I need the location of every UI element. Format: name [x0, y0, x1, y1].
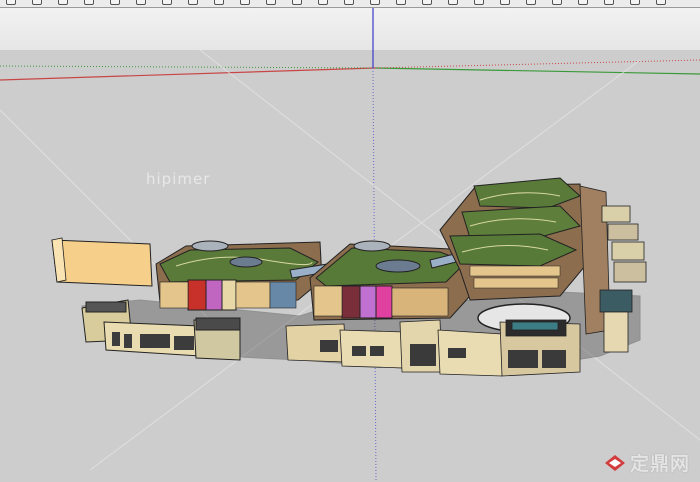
billboard-panel	[51, 239, 153, 287]
brand-text: 定鼎网	[629, 453, 690, 475]
brand-watermark: 定鼎网	[604, 449, 690, 476]
red-axis-dotted	[374, 59, 700, 69]
model-viewport[interactable]	[0, 0, 700, 482]
watermark-text: hipimer	[146, 170, 211, 188]
green-axis-dotted	[0, 65, 376, 69]
brand-logo-icon	[604, 454, 625, 471]
red-axis	[0, 67, 376, 81]
green-axis	[374, 67, 700, 75]
building-complex-model[interactable]	[51, 177, 647, 377]
